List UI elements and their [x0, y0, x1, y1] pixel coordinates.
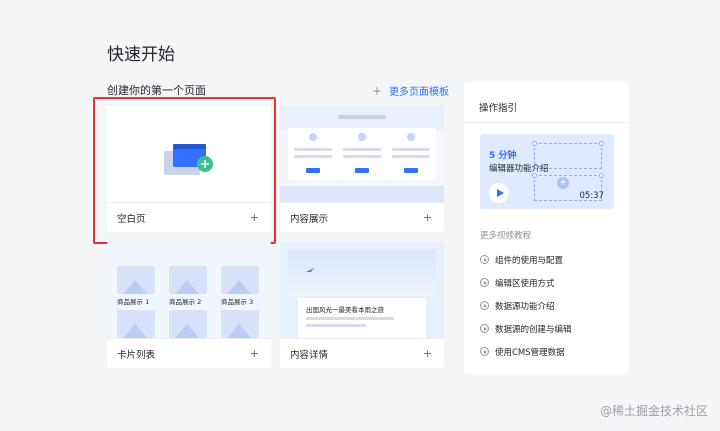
guide-panel: 操作指引 + 5 分钟 编辑器功能介绍 05:37 更多视频教程 组件的使用与配…	[464, 82, 629, 374]
thumb-line	[294, 148, 332, 151]
play-circle-icon	[480, 324, 489, 333]
frame-handle	[532, 141, 537, 146]
guide-link[interactable]: 组件的使用与配置	[480, 248, 572, 271]
thumb-image-icon	[221, 310, 259, 338]
add-icon[interactable]: +	[423, 347, 432, 360]
play-circle-icon	[480, 301, 489, 310]
play-circle-icon	[480, 255, 489, 264]
guide-link[interactable]: 数据源功能介绍	[480, 294, 572, 317]
guide-link-label: 组件的使用与配置	[495, 255, 564, 266]
card-footer: 内容展示 +	[280, 202, 444, 232]
thumb-button	[355, 168, 369, 173]
template-card-card-list[interactable]: 商品展示 1 商品展示 2 商品展示 3 卡片列表 +	[107, 242, 271, 368]
thumb-column	[288, 128, 338, 180]
thumb-dot-icon	[358, 133, 366, 141]
thumb-item-label: 商品展示 2	[169, 298, 202, 306]
template-card-content-detail[interactable]: 出国风光一最美看本雨之旅 内容详情 +	[280, 242, 444, 368]
thumb-dot-icon	[407, 133, 415, 141]
thumb-item-label: 商品展示 1	[117, 298, 150, 306]
add-icon[interactable]: +	[250, 347, 259, 360]
card-label: 内容展示	[290, 213, 329, 225]
content-detail-thumbnail: 出国风光一最美看本雨之旅	[280, 242, 444, 339]
template-card-content-display[interactable]: 内容展示 +	[280, 106, 444, 232]
thumb-line	[392, 148, 430, 151]
watermark: @稀土掘金技术社区	[599, 404, 708, 418]
thumb-line	[343, 148, 381, 151]
plus-icon: +	[372, 83, 383, 98]
selection-highlight	[93, 97, 276, 244]
thumb-line	[392, 155, 430, 158]
guide-link[interactable]: 编辑区使用方式	[480, 271, 572, 294]
thumb-button	[306, 168, 320, 173]
bird-icon	[306, 268, 314, 272]
video-title: 编辑器功能介绍	[489, 164, 549, 174]
guide-link-label: 使用CMS管理数据	[495, 347, 565, 358]
guide-link-list: 组件的使用与配置 编辑区使用方式 数据源功能介绍 数据源的创建与编辑 使用CMS…	[480, 248, 572, 363]
play-icon[interactable]	[489, 183, 509, 203]
play-circle-icon	[480, 278, 489, 287]
frame-handle	[599, 141, 604, 146]
page-title: 快速开始	[107, 45, 175, 65]
thumb-image-icon	[169, 266, 207, 294]
thumb-image-icon	[117, 266, 155, 294]
frame-handle	[599, 173, 604, 178]
guide-link-label: 编辑区使用方式	[495, 278, 555, 289]
card-label: 卡片列表	[117, 349, 156, 361]
section-title: 创建你的第一个页面	[107, 84, 206, 97]
guide-link[interactable]: 使用CMS管理数据	[480, 340, 572, 363]
thumb-image-icon	[221, 266, 259, 294]
guide-link-label: 数据源功能介绍	[495, 301, 555, 312]
guide-link-label: 数据源的创建与编辑	[495, 324, 572, 335]
card-label: 内容详情	[290, 349, 329, 361]
plus-icon: +	[557, 177, 569, 189]
thumb-column	[337, 128, 387, 180]
video-thumbnail[interactable]: + 5 分钟 编辑器功能介绍 05:37	[480, 134, 614, 209]
thumb-bottom-band	[280, 186, 444, 203]
guide-title: 操作指引	[479, 103, 518, 114]
thumb-line	[306, 324, 366, 327]
divider	[464, 122, 629, 123]
thumb-button	[404, 168, 418, 173]
thumb-image-icon	[169, 310, 207, 338]
video-duration-label: 5 分钟	[489, 151, 517, 161]
card-footer: 卡片列表 +	[107, 338, 271, 368]
thumb-image-icon	[117, 310, 155, 338]
thumb-line	[343, 155, 381, 158]
thumb-dot-icon	[309, 133, 317, 141]
more-templates-link[interactable]: + 更多页面模板	[372, 83, 450, 99]
thumb-header-bar	[338, 115, 386, 119]
thumb-line	[294, 155, 332, 158]
play-circle-icon	[480, 347, 489, 356]
thumb-headline: 出国风光一最美看本雨之旅	[306, 306, 384, 314]
thumb-item-label: 商品展示 3	[221, 298, 254, 306]
more-videos-label: 更多视频教程	[480, 231, 532, 241]
more-templates-label: 更多页面模板	[389, 87, 450, 98]
add-icon[interactable]: +	[423, 211, 432, 224]
guide-link[interactable]: 数据源的创建与编辑	[480, 317, 572, 340]
thumb-column	[386, 128, 436, 180]
card-footer: 内容详情 +	[280, 338, 444, 368]
card-list-thumbnail: 商品展示 1 商品展示 2 商品展示 3	[107, 242, 271, 339]
thumb-line	[306, 317, 394, 320]
content-display-thumbnail	[280, 106, 444, 203]
video-timestamp: 05:37	[579, 191, 605, 201]
